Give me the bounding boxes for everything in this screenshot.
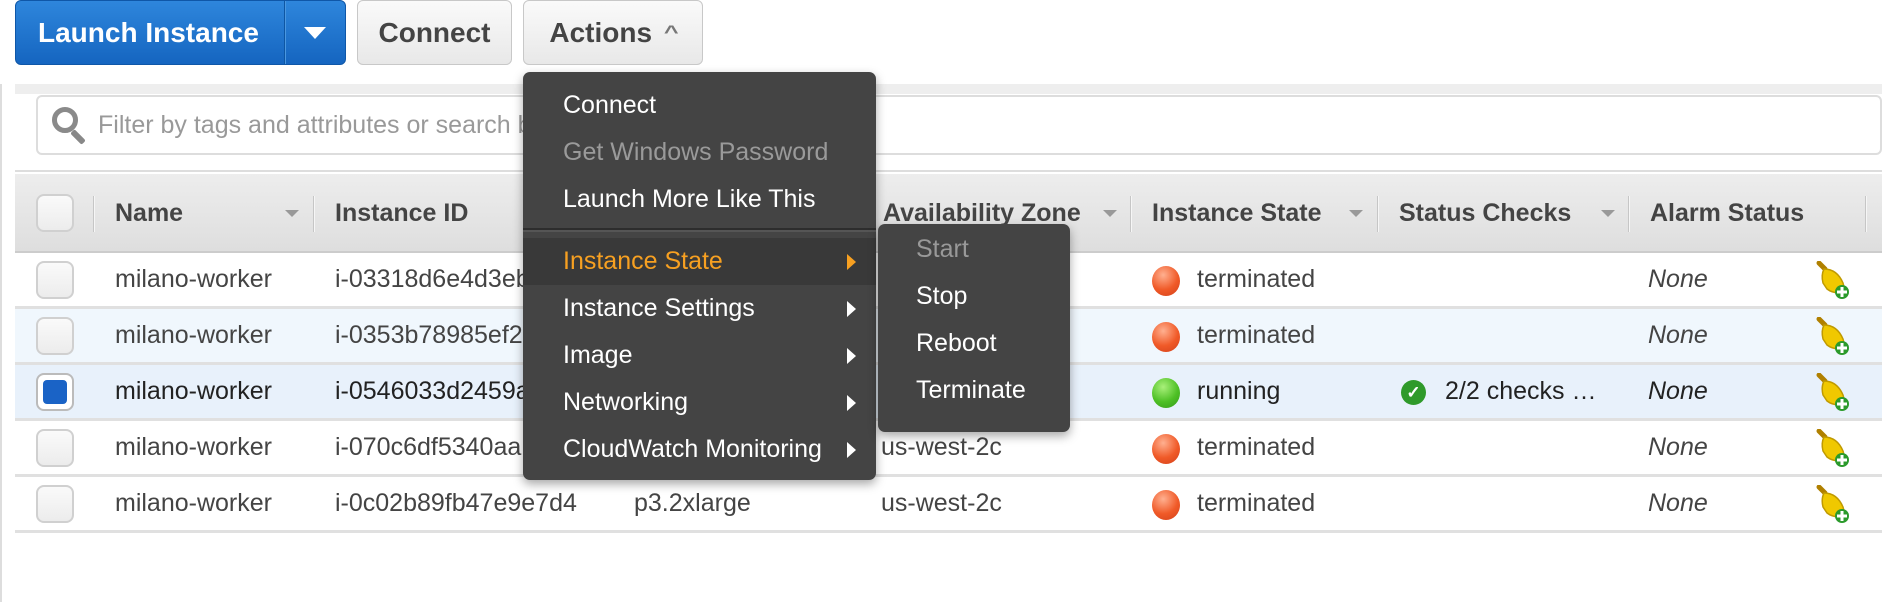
launch-dropdown-toggle[interactable] [285,26,345,39]
column-header-instance-state[interactable]: Instance State [1152,174,1322,252]
menu-item-label: Image [563,341,633,369]
chevron-right-icon [847,442,856,458]
chevron-right-icon [847,301,856,317]
chevron-right-icon [847,348,856,364]
column-header-instance-id[interactable]: Instance ID [335,174,468,252]
menu-item-instance-settings[interactable]: Instance Settings [523,285,876,332]
cell-status-checks: 2/2 checks … [1445,377,1597,405]
column-label: Name [115,198,184,227]
chevron-down-icon [304,26,326,39]
column-header-name[interactable]: Name [115,174,183,252]
cell-instance-state: terminated [1197,433,1316,461]
cell-alarm-status: None [1648,265,1708,293]
search-input[interactable] [98,110,1798,140]
cell-instance-id: i-0546033d2459a [335,377,530,405]
connect-button[interactable]: Connect [357,0,512,65]
row-checkbox[interactable] [36,373,74,411]
cell-instance-state: terminated [1197,321,1316,349]
cell-name: milano-worker [115,489,272,517]
menu-item-networking[interactable]: Networking [523,379,876,426]
menu-item-label: Get Windows Password [563,138,829,166]
state-green-dot-icon [1152,378,1180,408]
state-red-dot-icon [1152,434,1180,464]
instance-state-submenu: Start Stop Reboot Terminate [878,224,1070,432]
cell-name: milano-worker [115,265,272,293]
left-border [0,84,2,602]
menu-item-label: Instance Settings [563,294,755,322]
submenu-item-reboot[interactable]: Reboot [878,320,1070,367]
column-label: Instance ID [335,198,469,227]
cell-instance-id: i-0c02b89fb47e9e7d4 [335,489,577,517]
cell-instance-type: p3.2xlarge [634,489,751,517]
select-all-checkbox[interactable] [36,194,74,232]
column-header-alarm-status[interactable]: Alarm Status [1650,174,1804,252]
cell-alarm-status: None [1648,377,1708,405]
chevron-up-icon: ^ [663,22,679,42]
cell-instance-state: terminated [1197,265,1316,293]
chevron-right-icon [847,254,856,270]
column-label: Status Checks [1399,198,1572,227]
create-alarm-bell-icon[interactable] [1815,373,1851,413]
row-checkbox[interactable] [36,261,74,299]
menu-item-label: Launch More Like This [563,185,816,213]
cell-instance-id: i-070c6df5340aa [335,433,522,461]
row-checkbox[interactable] [36,429,74,467]
state-red-dot-icon [1152,266,1180,296]
search-icon [50,105,90,145]
cell-instance-state: running [1197,377,1281,405]
menu-item-label: Networking [563,388,689,416]
create-alarm-bell-icon[interactable] [1815,429,1851,469]
menu-item-label: Connect [563,91,657,119]
sort-icon[interactable] [1103,210,1117,217]
column-header-status-checks[interactable]: Status Checks [1399,174,1571,252]
submenu-item-start[interactable]: Start [878,226,1070,273]
cell-instance-id: i-0353b78985ef2 [335,321,523,349]
row-checkbox[interactable] [36,317,74,355]
create-alarm-bell-icon[interactable] [1815,261,1851,301]
cell-alarm-status: None [1648,433,1708,461]
connect-label: Connect [378,16,491,48]
search-box[interactable] [36,95,1882,155]
menu-item-label: Instance State [563,247,723,275]
menu-item-cloudwatch-monitoring[interactable]: CloudWatch Monitoring [523,426,876,473]
menu-item-launch-more-like-this[interactable]: Launch More Like This [523,176,876,223]
launch-instance-button[interactable]: Launch Instance [15,0,346,65]
column-label: Alarm Status [1650,198,1805,227]
cell-name: milano-worker [115,377,272,405]
launch-instance-label: Launch Instance [38,16,259,48]
sort-icon[interactable] [1601,210,1615,217]
sort-icon[interactable] [285,210,299,217]
sort-icon[interactable] [1349,210,1363,217]
state-red-dot-icon [1152,490,1180,520]
create-alarm-bell-icon[interactable] [1815,485,1851,525]
column-label: Instance State [1152,198,1322,227]
menu-item-get-windows-password[interactable]: Get Windows Password [523,129,876,176]
actions-menu: Connect Get Windows Password Launch More L… [523,72,876,480]
check-ok-icon: ✓ [1401,380,1426,405]
cell-availability-zone: us-west-2c [881,489,1002,517]
actions-label: Actions [549,16,653,48]
actions-button[interactable]: Actions ^ [523,0,703,65]
state-red-dot-icon [1152,322,1180,352]
filter-bar-top [15,84,1882,94]
row-checkbox[interactable] [36,485,74,523]
menu-item-label: CloudWatch Monitoring [563,435,822,463]
cell-alarm-status: None [1648,489,1708,517]
create-alarm-bell-icon[interactable] [1815,317,1851,357]
menu-item-image[interactable]: Image [523,332,876,379]
table-row[interactable]: milano-worker i-0c02b89fb47e9e7d4 p3.2xlar… [15,477,1882,533]
menu-item-connect[interactable]: Connect [523,82,876,129]
cell-instance-state: terminated [1197,489,1316,517]
submenu-item-stop[interactable]: Stop [878,273,1070,320]
cell-name: milano-worker [115,433,272,461]
chevron-right-icon [847,395,856,411]
cell-name: milano-worker [115,321,272,349]
submenu-item-terminate[interactable]: Terminate [878,367,1070,414]
menu-divider [523,228,876,232]
cell-alarm-status: None [1648,321,1708,349]
cell-instance-id: i-03318d6e4d3eb [335,265,530,293]
menu-item-instance-state[interactable]: Instance State [523,238,876,285]
